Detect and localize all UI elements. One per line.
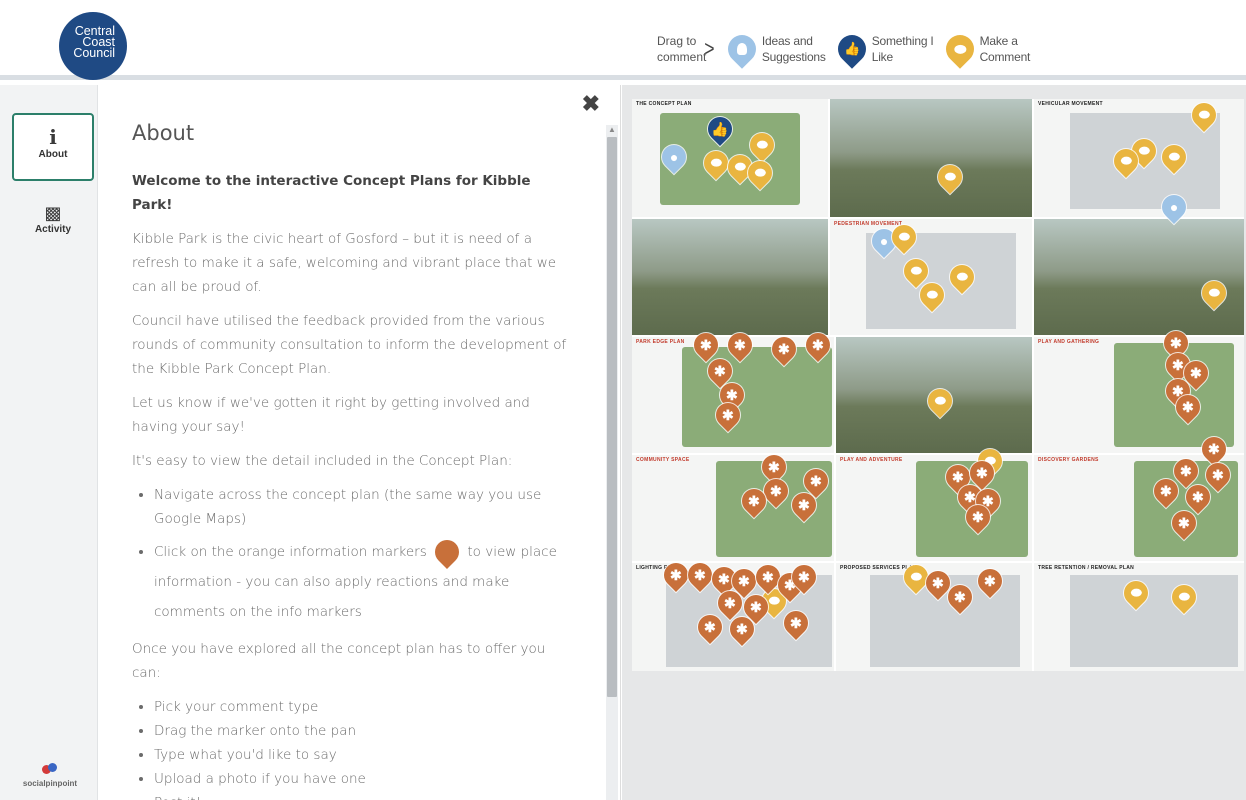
scroll-up-icon[interactable]: ▲ [608,125,616,134]
play-adventure-tile: PLAY AND ADVENTURE [836,455,1032,561]
socialpinpoint-text: socialpinpoint [22,779,78,788]
tile-title: THE CONCEPT PLAN [636,101,692,107]
close-icon[interactable]: ✖ [582,91,600,117]
render-tile [830,99,1032,217]
something-i-like-marker[interactable]: 👍 Something I Like [831,29,934,69]
list-item: Navigate across the concept plan (the sa… [154,483,572,531]
sidebar-item-label: About [38,149,68,160]
page-title: About [132,121,195,145]
scrollbar-thumb[interactable] [607,137,617,697]
tile-title: PARK EDGE PLAN [636,339,685,345]
socialpinpoint-logo[interactable]: socialpinpoint [20,763,80,788]
tile-title: PLAY AND GATHERING [1038,339,1100,345]
welcome-heading: Welcome to the interactive Concept Plans… [132,173,531,213]
about-panel: ✖ ▲ About Welcome to the interactive Con… [99,85,621,800]
paragraph-5: Once you have explored all the concept p… [132,641,546,681]
ideas-suggestions-label: Ideas and Suggestions [761,34,826,64]
tree-retention-tile: TREE RETENTION / REMOVAL PLAN [1034,563,1244,671]
comment-legend: Drag to comment > Ideas and Suggestions … [657,29,1042,69]
logo-line-3: Council [73,46,115,60]
thumbs-up-icon: 👍 [831,29,872,69]
panel-scrollbar[interactable]: ▲ [606,125,618,800]
list-item: Type what you'd like to say [154,743,572,767]
plan-area [682,347,832,447]
list-item: Drag the marker onto the pan [154,719,572,743]
comments-icon: ▩ [44,203,62,224]
socialpinpoint-icon [42,763,58,777]
sidebar: i About ▩ Activity socialpinpoint [0,85,98,800]
something-i-like-label: Something I Like [871,34,934,64]
council-logo[interactable]: Central Coast Council [59,12,127,80]
concept-plan-board[interactable]: THE CONCEPT PLAN VEHICULAR MOVEMENT PEDE… [632,98,1244,671]
drag-to-comment-label: Drag to comment [657,34,707,64]
paragraph-2: Council have utilised the feedback provi… [132,313,567,377]
plan-area [1070,575,1238,667]
list-item: Post it! [154,791,572,800]
header: Central Coast Council Drag to comment > … [0,0,1246,80]
render-tile [1034,219,1244,335]
render-tile [632,219,828,335]
chevron-right-icon: > [704,36,715,61]
steps-list: Pick your comment type Drag the marker o… [154,695,572,800]
sidebar-item-label: Activity [34,224,72,235]
paragraph-4: It's easy to view the detail included in… [132,453,513,469]
concept-plan-map[interactable]: THE CONCEPT PLAN VEHICULAR MOVEMENT PEDE… [622,85,1246,800]
pedestrian-tile: PEDESTRIAN MOVEMENT [830,219,1032,335]
paragraph-1: Kibble Park is the civic heart of Gosfor… [132,231,557,295]
tile-title: COMMUNITY SPACE [636,457,690,463]
tile-title: PEDESTRIAN MOVEMENT [834,221,903,227]
sidebar-item-activity[interactable]: ▩ Activity [12,193,94,261]
sidebar-item-about[interactable]: i About [12,113,94,181]
paragraph-3: Let us know if we've gotten it right by … [132,395,530,435]
make-a-comment-label: Make a Comment [979,34,1031,64]
ideas-suggestions-marker[interactable]: Ideas and Suggestions [722,29,826,69]
lightbulb-icon [722,29,762,69]
how-to-list: Navigate across the concept plan (the sa… [154,483,572,627]
tile-title: DISCOVERY GARDENS [1038,457,1099,463]
tile-title: PLAY AND ADVENTURE [840,457,903,463]
speech-bubble-icon [939,29,980,69]
tile-title: VEHICULAR MOVEMENT [1038,101,1103,107]
list-item: Pick your comment type [154,695,572,719]
info-icon: i [49,125,57,149]
tile-title: TREE RETENTION / REMOVAL PLAN [1038,565,1135,571]
list-item: Upload a photo if you have one [154,767,572,791]
list-item: Click on the orange information markers … [154,535,572,627]
info-marker-icon [430,535,465,569]
make-a-comment-marker[interactable]: Make a Comment [939,29,1031,69]
about-content: About Welcome to the interactive Concept… [132,121,572,800]
